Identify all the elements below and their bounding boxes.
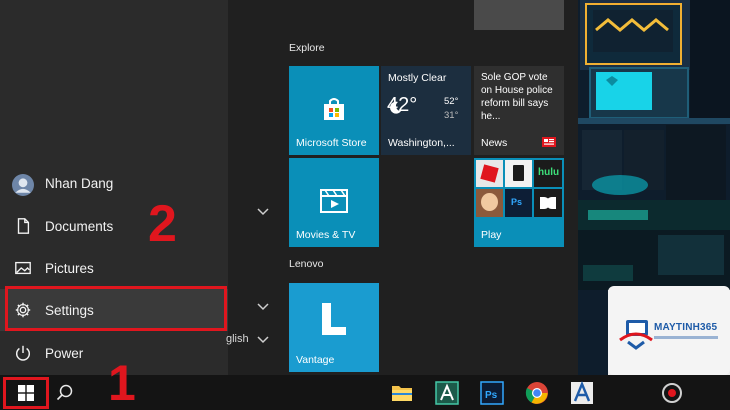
rail-item-documents[interactable]: Documents — [0, 205, 228, 247]
weather-low: 31° — [444, 110, 459, 121]
weather-high: 52° — [444, 96, 459, 107]
chrome-icon[interactable] — [525, 381, 549, 405]
rail-item-user[interactable]: Nhan Dang — [0, 162, 228, 204]
chevron-down-icon[interactable] — [257, 303, 269, 311]
news-headline: Sole GOP vote on House police reform bil… — [481, 72, 553, 122]
desktop-screen: MAYTINH365 Nhan Dang Documents Pictures … — [0, 0, 730, 410]
watermark-tagline-bar — [654, 336, 718, 339]
tile-microsoft-store[interactable]: Microsoft Store — [289, 66, 379, 155]
app-a2-icon[interactable] — [570, 381, 594, 405]
start-button-highlight-box — [3, 377, 49, 409]
play-app-dolby — [534, 189, 562, 217]
watermark-brand: MAYTINH365 — [654, 322, 718, 333]
watermark-mark-icon — [619, 320, 653, 350]
play-app-hulu: hulu — [534, 160, 562, 187]
search-icon[interactable] — [56, 384, 74, 402]
roblox-icon — [480, 164, 499, 183]
tile-vantage[interactable]: Vantage — [289, 283, 379, 372]
tile-play[interactable]: hulu Ps Play — [474, 158, 564, 247]
rail-label-pictures: Pictures — [45, 260, 94, 276]
power-icon — [15, 345, 31, 361]
tile-label-movies-tv: Movies & TV — [296, 229, 356, 241]
rail-label-power: Power — [45, 345, 84, 361]
chevron-down-icon[interactable] — [257, 336, 269, 344]
rail-label-user: Nhan Dang — [45, 175, 114, 191]
watermark-logo: MAYTINH365 — [608, 286, 730, 375]
movies-tv-icon — [320, 189, 348, 213]
app-a-icon[interactable] — [435, 381, 459, 405]
dolby-icon — [540, 197, 556, 209]
hulu-icon: hulu — [538, 167, 560, 178]
rail-label-documents: Documents — [45, 218, 114, 234]
weather-condition: Mostly Clear — [388, 72, 447, 84]
tile-label-vantage: Vantage — [296, 354, 335, 366]
tile-movies-tv[interactable]: Movies & TV — [289, 158, 379, 247]
play-app-roblox — [476, 160, 503, 187]
vantage-logo-icon — [322, 303, 346, 335]
app-extra-icon[interactable] — [660, 381, 684, 405]
document-icon — [17, 218, 30, 234]
chevron-down-icon[interactable] — [257, 208, 269, 216]
weather-temperature: 42° — [387, 94, 418, 116]
svg-text:Ps: Ps — [485, 390, 498, 401]
tile-news[interactable]: Sole GOP vote on House police reform bil… — [474, 66, 564, 155]
store-bag-icon — [324, 98, 344, 120]
user-avatar-icon — [12, 174, 34, 196]
photoshop-express-icon: Ps — [511, 197, 523, 207]
file-explorer-icon[interactable] — [390, 381, 414, 405]
group-title-explore: Explore — [289, 42, 325, 54]
tiles-area: Explore Microsoft Store Mostly Clear 42°… — [278, 0, 578, 375]
tile-label-news: News — [481, 137, 508, 149]
picture-icon — [15, 261, 31, 275]
game-avatar-icon — [481, 193, 498, 211]
rail-item-pictures[interactable]: Pictures — [0, 247, 228, 289]
tile-label-microsoft-store: Microsoft Store — [296, 137, 367, 149]
photoshop-icon[interactable]: Ps — [480, 381, 504, 405]
tile-partial-top[interactable] — [474, 0, 564, 30]
news-icon — [542, 137, 556, 147]
solitaire-icon — [513, 165, 524, 181]
weather-location: Washington,... — [388, 137, 455, 149]
settings-highlight-box — [5, 286, 227, 331]
group-title-lenovo: Lenovo — [289, 258, 324, 270]
tile-weather[interactable]: Mostly Clear 42° 52° 31° Washington,... — [381, 66, 471, 155]
tile-label-play: Play — [481, 229, 502, 241]
play-app-photoshop-express: Ps — [505, 189, 532, 217]
play-app-solitaire — [505, 160, 532, 187]
play-app-game — [476, 189, 503, 217]
step-number-2: 2 — [148, 195, 177, 253]
step-number-1: 1 — [108, 355, 136, 410]
app-list-column — [228, 0, 278, 375]
app-list-partial-label: glish — [226, 333, 249, 345]
